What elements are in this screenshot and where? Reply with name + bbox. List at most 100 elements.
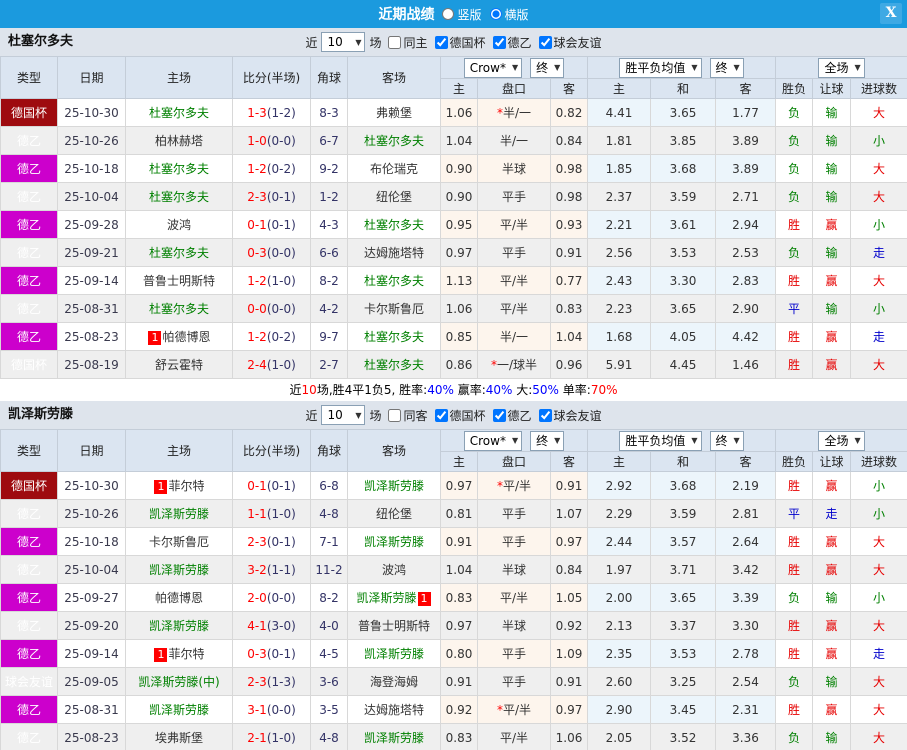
crow_home-cell: 0.81 — [440, 499, 478, 528]
filter-german-cup[interactable]: 德国杯 — [432, 34, 486, 51]
avg_draw-cell: 3.57 — [650, 527, 717, 556]
matches-label: 场 — [369, 408, 382, 423]
match-row: 德国杯 25-10-30 杜塞尔多夫 1-3(1-2) 8-3 弗赖堡 1.06 *半/一 0.… — [0, 98, 907, 127]
avg_home-cell: 2.13 — [587, 611, 652, 640]
match-row: 德乙 25-08-23 1 帕德博恩 1-2(0-2) 9-7 杜塞尔多夫 0.85 半/一 1.… — [0, 322, 907, 351]
full-match-select[interactable]: 全场 ▼ — [818, 430, 865, 451]
result_handicap-cell: 赢 — [812, 555, 852, 584]
crow_handicap-cell: 平手 — [477, 639, 551, 668]
avg_home-cell: 2.23 — [587, 294, 652, 323]
col-odds-home: 主 — [440, 451, 478, 472]
club-friendly-checkbox[interactable] — [538, 35, 552, 49]
result_wdl-cell: 胜 — [775, 695, 814, 724]
horizontal-radio-icon[interactable] — [489, 8, 502, 20]
filter-bundesliga2[interactable]: 德乙 — [490, 34, 532, 51]
layout-radio-vertical[interactable]: 竖版 — [442, 6, 482, 23]
avg_home-cell: 2.35 — [587, 639, 652, 668]
away-cell: 达姆施塔特 — [347, 238, 441, 267]
away-cell: 杜塞尔多夫 — [347, 322, 441, 351]
bookmaker-select[interactable]: Crow* ▼ — [463, 430, 523, 451]
avg_away-cell: 3.30 — [715, 611, 777, 640]
german-cup-checkbox[interactable] — [434, 408, 448, 422]
crow_handicap-cell: 平/半 — [477, 723, 551, 750]
type-cell: 德乙 — [0, 555, 58, 584]
col-avg-draw: 和 — [650, 78, 717, 99]
summary-segment: 40% — [485, 383, 513, 397]
odds-final-select[interactable]: 终 ▼ — [530, 57, 565, 78]
crow_home-cell: 0.91 — [440, 527, 478, 556]
summary-segment: 单率: — [558, 383, 591, 397]
result_handicap-cell: 输 — [812, 294, 852, 323]
result_wdl-cell: 负 — [775, 583, 814, 612]
result_goals-cell: 小 — [850, 210, 907, 239]
type-cell: 德乙 — [0, 527, 58, 556]
avg_home-cell: 1.68 — [587, 322, 652, 351]
crow_handicap-cell: 平手 — [477, 527, 551, 556]
score_ft_ht-cell: 2-3(0-1) — [232, 182, 311, 211]
home-cell: 凯泽斯劳滕 — [125, 611, 233, 640]
bundesliga2-checkbox[interactable] — [492, 35, 506, 49]
filter-same-venue[interactable]: 同客 — [385, 407, 428, 424]
filter-bundesliga2[interactable]: 德乙 — [490, 407, 532, 424]
filter-club-friendly[interactable]: 球会友谊 — [536, 407, 602, 424]
corners-cell: 4-2 — [310, 294, 348, 323]
score_ft_ht-cell: 2-4(1-0) — [232, 350, 311, 379]
crow_handicap-cell: 平手 — [477, 667, 551, 696]
result_handicap-cell: 输 — [812, 583, 852, 612]
club-friendly-checkbox[interactable] — [538, 408, 552, 422]
avg_home-cell: 5.91 — [587, 350, 652, 379]
window-title: 近期战绩 — [378, 7, 435, 23]
avg-final-select[interactable]: 终 ▼ — [709, 430, 744, 451]
title-bar: 近期战绩 竖版 横版 X — [0, 0, 907, 28]
match-count-select[interactable]: 10 ▼ — [321, 32, 366, 52]
crow_handicap-cell: 平手 — [477, 499, 551, 528]
home-cell: 波鸿 — [125, 210, 233, 239]
filter-german-cup[interactable]: 德国杯 — [432, 407, 486, 424]
result_handicap-cell: 赢 — [812, 611, 852, 640]
crow_handicap-cell: 半/一 — [477, 126, 551, 155]
avg-type-select[interactable]: 胜平负均值 ▼ — [619, 430, 702, 451]
same-venue-checkbox[interactable] — [388, 35, 402, 49]
team1-summary: 近10场,胜4平1负5, 胜率:40% 赢率:40% 大:50% 单率:70% — [0, 379, 907, 401]
match-row: 德乙 25-10-26 柏林赫塔 1-0(0-0) 6-7 杜塞尔多夫 1.04 半/一 0.8… — [0, 126, 907, 155]
crow_home-cell: 0.80 — [440, 639, 478, 668]
near-label: 近 — [305, 408, 318, 423]
filter-same-venue[interactable]: 同主 — [385, 34, 428, 51]
away-cell: 达姆施塔特 — [347, 695, 441, 724]
bundesliga2-checkbox[interactable] — [492, 408, 506, 422]
result_wdl-cell: 负 — [775, 667, 814, 696]
recent-results-window: 近期战绩 竖版 横版 X 杜塞尔多夫 近 10 ▼ 场 同主 德国杯 德乙 球会友… — [0, 0, 907, 750]
filter-club-friendly[interactable]: 球会友谊 — [536, 34, 602, 51]
layout-radio-horizontal[interactable]: 横版 — [489, 6, 529, 23]
full-match-select[interactable]: 全场 ▼ — [818, 57, 865, 78]
odds-final-select[interactable]: 终 ▼ — [530, 430, 565, 451]
away-cell: 纽伦堡 — [347, 499, 441, 528]
result_handicap-cell: 赢 — [812, 266, 852, 295]
corners-cell: 2-7 — [310, 350, 348, 379]
vertical-radio-icon[interactable] — [442, 8, 455, 20]
avg_draw-cell: 3.68 — [650, 154, 717, 183]
score_ft_ht-cell: 0-1(0-1) — [232, 471, 311, 500]
result_wdl-cell: 胜 — [775, 555, 814, 584]
close-icon[interactable]: X — [880, 3, 902, 24]
avg_away-cell: 3.42 — [715, 555, 777, 584]
result_wdl-cell: 负 — [775, 126, 814, 155]
match-count-select[interactable]: 10 ▼ — [321, 405, 366, 425]
avg-type-select[interactable]: 胜平负均值 ▼ — [619, 57, 702, 78]
same-venue-checkbox[interactable] — [388, 408, 402, 422]
avg_draw-cell: 3.45 — [650, 695, 717, 724]
german-cup-checkbox[interactable] — [434, 35, 448, 49]
match-row: 德乙 25-09-27 帕德博恩 2-0(0-0) 8-2 凯泽斯劳滕 1 0.83 平/半 1.… — [0, 583, 907, 612]
avg-final-select[interactable]: 终 ▼ — [709, 57, 744, 78]
type-cell: 德国杯 — [0, 350, 58, 379]
bookmaker-select[interactable]: Crow* ▼ — [463, 57, 523, 78]
result_handicap-cell: 输 — [812, 126, 852, 155]
crow_away-cell: 0.82 — [549, 98, 589, 127]
avg_home-cell: 2.43 — [587, 266, 652, 295]
crow_handicap-cell: *平/半 — [477, 471, 551, 500]
crow_handicap-cell: *一/球半 — [477, 350, 551, 379]
crow_handicap-cell: 平/半 — [477, 266, 551, 295]
avg_home-cell: 2.00 — [587, 583, 652, 612]
avg_draw-cell: 4.05 — [650, 322, 717, 351]
avg_draw-cell: 3.52 — [650, 723, 717, 750]
